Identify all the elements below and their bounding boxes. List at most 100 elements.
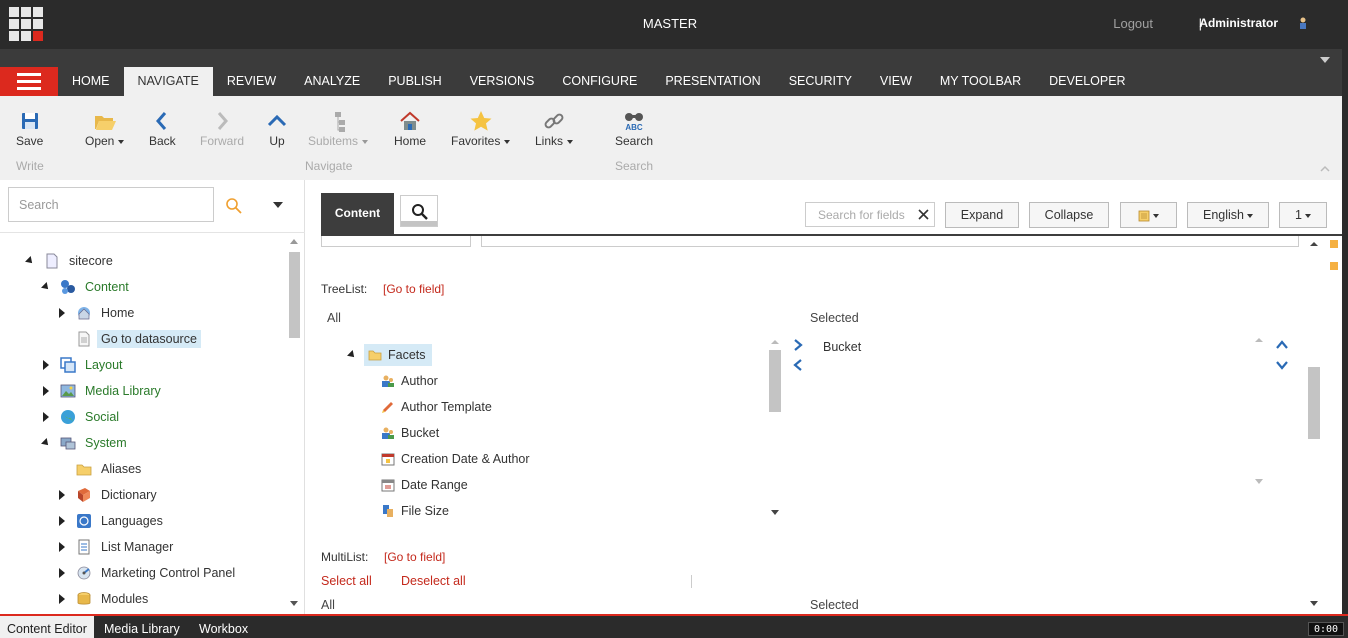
tree-search-input[interactable] (8, 187, 214, 222)
scroll-thumb[interactable] (1308, 367, 1320, 439)
validation-marker[interactable] (1330, 262, 1338, 270)
subitems-button[interactable]: Subitems (308, 110, 369, 148)
links-button[interactable]: Links (535, 110, 574, 148)
tree-node-languages[interactable]: Languages (56, 510, 167, 532)
forward-button[interactable]: Forward (200, 110, 244, 148)
tab-publish[interactable]: PUBLISH (374, 67, 456, 96)
add-selected-icon[interactable] (791, 338, 805, 352)
ribbon-tab-bar: HOME NAVIGATE REVIEW ANALYZE PUBLISH VER… (0, 49, 1342, 96)
tab-security[interactable]: SECURITY (775, 67, 866, 96)
selected-item-bucket[interactable]: Bucket (823, 340, 861, 354)
tree-node-social[interactable]: Social (40, 406, 123, 428)
group-write-label: Write (16, 159, 44, 173)
bottom-tab-workbox[interactable]: Workbox (192, 616, 255, 638)
ribbon: Save Open Back Forward Up Subitems Home … (0, 96, 1342, 180)
scroll-up-icon[interactable] (290, 239, 298, 244)
tree-node-modules[interactable]: Modules (56, 588, 152, 610)
tree-node-home[interactable]: Home (56, 302, 138, 324)
treelist-all-scrollbar[interactable] (769, 336, 781, 516)
content-tree: sitecore Content Home Go to datasource L… (0, 235, 288, 614)
tab-dropdown-icon[interactable] (1320, 57, 1330, 63)
treelist-item-file-size[interactable]: File Size (381, 500, 449, 522)
up-button[interactable]: Up (266, 110, 288, 148)
content-icon (61, 280, 75, 294)
tab-presentation[interactable]: PRESENTATION (651, 67, 774, 96)
tree-node-marketing-control-panel[interactable]: Marketing Control Panel (56, 562, 239, 584)
tab-search[interactable] (400, 195, 438, 227)
selected-scroll-down-icon[interactable] (1255, 479, 1263, 484)
back-button[interactable]: Back (149, 110, 176, 148)
user-name[interactable]: Administrator (1199, 16, 1278, 30)
bottom-tab-media-library[interactable]: Media Library (97, 616, 187, 638)
document-icon (46, 253, 58, 269)
calendar-icon (381, 479, 395, 492)
version-options-button[interactable] (1120, 202, 1177, 228)
scroll-down-icon[interactable] (290, 601, 298, 606)
open-button[interactable]: Open (85, 110, 125, 148)
search-button[interactable]: ABC Search (615, 110, 653, 148)
tree-node-sitecore[interactable]: sitecore (24, 250, 117, 272)
tree-node-content[interactable]: Content (40, 276, 133, 298)
tab-developer[interactable]: DEVELOPER (1035, 67, 1139, 96)
tab-navigate[interactable]: NAVIGATE (123, 67, 213, 96)
tree-node-go-to-datasource[interactable]: Go to datasource (56, 328, 201, 350)
expand-toggle-icon[interactable] (347, 350, 357, 360)
tab-view[interactable]: VIEW (866, 67, 926, 96)
tab-versions[interactable]: VERSIONS (456, 67, 549, 96)
tab-review[interactable]: REVIEW (213, 67, 290, 96)
remove-selected-icon[interactable] (791, 358, 805, 372)
treelist-item-author[interactable]: Author (381, 370, 438, 392)
tab-configure[interactable]: CONFIGURE (548, 67, 651, 96)
scroll-up-icon[interactable] (1310, 242, 1318, 246)
home-button[interactable]: Home (394, 110, 426, 148)
tab-content[interactable]: Content (321, 193, 394, 234)
tree-node-layout[interactable]: Layout (40, 354, 127, 376)
scroll-thumb[interactable] (289, 252, 300, 338)
group-search-label: Search (615, 159, 654, 173)
tab-analyze[interactable]: ANALYZE (290, 67, 374, 96)
tree-node-aliases[interactable]: Aliases (56, 458, 145, 480)
previous-field-input[interactable] (321, 236, 471, 247)
treelist-item-bucket[interactable]: Bucket (381, 422, 439, 444)
save-button[interactable]: Save (16, 110, 43, 148)
menu-icon[interactable] (0, 67, 58, 96)
bottom-tab-content-editor[interactable]: Content Editor (0, 616, 94, 638)
collapse-button[interactable]: Collapse (1029, 202, 1109, 228)
folder-icon (76, 464, 92, 476)
editor-scrollbar[interactable] (1307, 236, 1321, 614)
search-options-dropdown-icon[interactable] (273, 202, 283, 208)
tree-node-dictionary[interactable]: Dictionary (56, 484, 161, 506)
validation-marker[interactable] (1330, 240, 1338, 248)
select-all-link[interactable]: Select all (321, 574, 372, 588)
collapse-ribbon-icon[interactable] (1320, 164, 1330, 174)
multilist-goto-field-link[interactable]: [Go to field] (384, 550, 445, 564)
subitems-icon (335, 112, 346, 132)
ribbon-tabs: HOME NAVIGATE REVIEW ANALYZE PUBLISH VER… (58, 67, 1140, 96)
expand-button[interactable]: Expand (945, 202, 1019, 228)
treelist-item-creation-date-author[interactable]: Creation Date & Author (381, 448, 530, 470)
tree-node-media-library[interactable]: Media Library (40, 380, 165, 402)
tree-node-system[interactable]: System (40, 432, 131, 454)
treelist-item-author-template[interactable]: Author Template (381, 396, 492, 418)
tab-home[interactable]: HOME (58, 67, 124, 96)
tab-my-toolbar[interactable]: MY TOOLBAR (926, 67, 1035, 96)
close-icon[interactable] (917, 208, 930, 221)
version-select[interactable]: 1 (1279, 202, 1327, 228)
language-select[interactable]: English (1187, 202, 1269, 228)
treelist-goto-field-link[interactable]: [Go to field] (383, 282, 444, 296)
favorites-button[interactable]: Favorites (451, 110, 511, 148)
treelist-item-facets[interactable]: Facets (347, 344, 432, 366)
treelist-label: TreeList: (321, 282, 368, 296)
previous-field-input[interactable] (481, 236, 1299, 247)
tree-scrollbar[interactable] (288, 235, 300, 614)
deselect-all-link[interactable]: Deselect all (401, 574, 466, 588)
move-up-icon[interactable] (1275, 338, 1289, 352)
selected-scroll-up-icon[interactable] (1255, 338, 1263, 342)
scroll-down-icon[interactable] (1310, 601, 1318, 606)
search-icon[interactable] (225, 197, 243, 215)
logout-link[interactable]: Logout (1113, 16, 1153, 31)
tree-node-list-manager[interactable]: List Manager (56, 536, 177, 558)
treelist-item-date-range[interactable]: Date Range (381, 474, 468, 496)
field-search-input[interactable] (805, 202, 935, 227)
move-down-icon[interactable] (1275, 358, 1289, 372)
